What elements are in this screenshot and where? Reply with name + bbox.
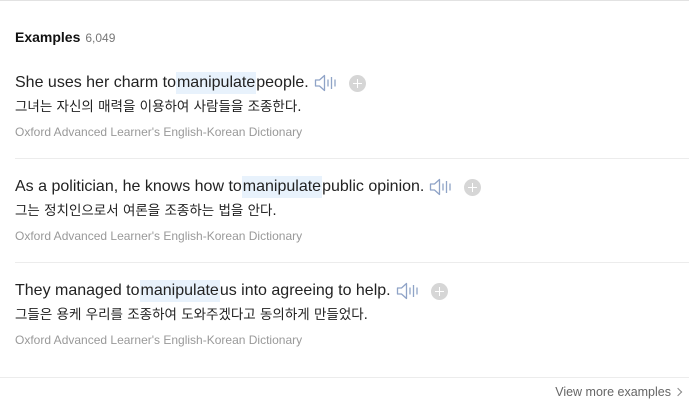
example-sentence: She uses her charm to manipulate people. xyxy=(15,72,689,94)
examples-title: Examples xyxy=(15,29,81,45)
sentence-text: us into agreeing to help. xyxy=(219,282,391,299)
sentence-text: public opinion. xyxy=(322,178,425,195)
speaker-icon[interactable] xyxy=(429,177,454,197)
divider xyxy=(15,262,689,263)
keyword-highlight: manipulate xyxy=(175,72,257,94)
example-translation: 그녀는 자신의 매력을 이용하여 사람들을 조종한다. xyxy=(15,99,302,115)
sentence-text: She uses her charm to xyxy=(15,74,176,91)
sentence-text: people. xyxy=(256,74,309,91)
example-item: They managed to manipulate us into agree… xyxy=(15,280,689,348)
example-source: Oxford Advanced Learner's English-Korean… xyxy=(15,125,303,139)
sentence-text: They managed to xyxy=(15,282,140,299)
example-item: As a politician, he knows how to manipul… xyxy=(15,176,689,244)
divider xyxy=(15,158,689,159)
example-sentence: As a politician, he knows how to manipul… xyxy=(15,176,689,198)
examples-count: 6,049 xyxy=(85,31,116,45)
add-to-wordbook-icon[interactable] xyxy=(464,178,482,196)
example-source: Oxford Advanced Learner's English-Korean… xyxy=(15,333,303,347)
examples-header: Examples 6,049 xyxy=(15,29,115,47)
top-border xyxy=(0,0,689,1)
example-source: Oxford Advanced Learner's English-Korean… xyxy=(15,229,303,243)
chevron-right-icon xyxy=(673,387,683,397)
example-sentence: They managed to manipulate us into agree… xyxy=(15,280,689,302)
example-item: She uses her charm to manipulate people.… xyxy=(15,72,689,140)
sentence-text: As a politician, he knows how to xyxy=(15,178,242,195)
keyword-highlight: manipulate xyxy=(139,280,220,302)
example-translation: 그는 정치인으로서 여론을 조종하는 법을 안다. xyxy=(15,203,277,219)
divider xyxy=(0,377,689,378)
speaker-icon[interactable] xyxy=(314,73,339,93)
example-translation: 그들은 용케 우리를 조종하여 도와주겠다고 동의하게 만들었다. xyxy=(15,307,368,323)
add-to-wordbook-icon[interactable] xyxy=(348,74,366,92)
keyword-highlight: manipulate xyxy=(241,176,323,198)
view-more-examples-link[interactable]: View more examples xyxy=(555,385,683,399)
view-more-label: View more examples xyxy=(555,385,671,399)
speaker-icon[interactable] xyxy=(396,281,421,301)
add-to-wordbook-icon[interactable] xyxy=(430,282,448,300)
